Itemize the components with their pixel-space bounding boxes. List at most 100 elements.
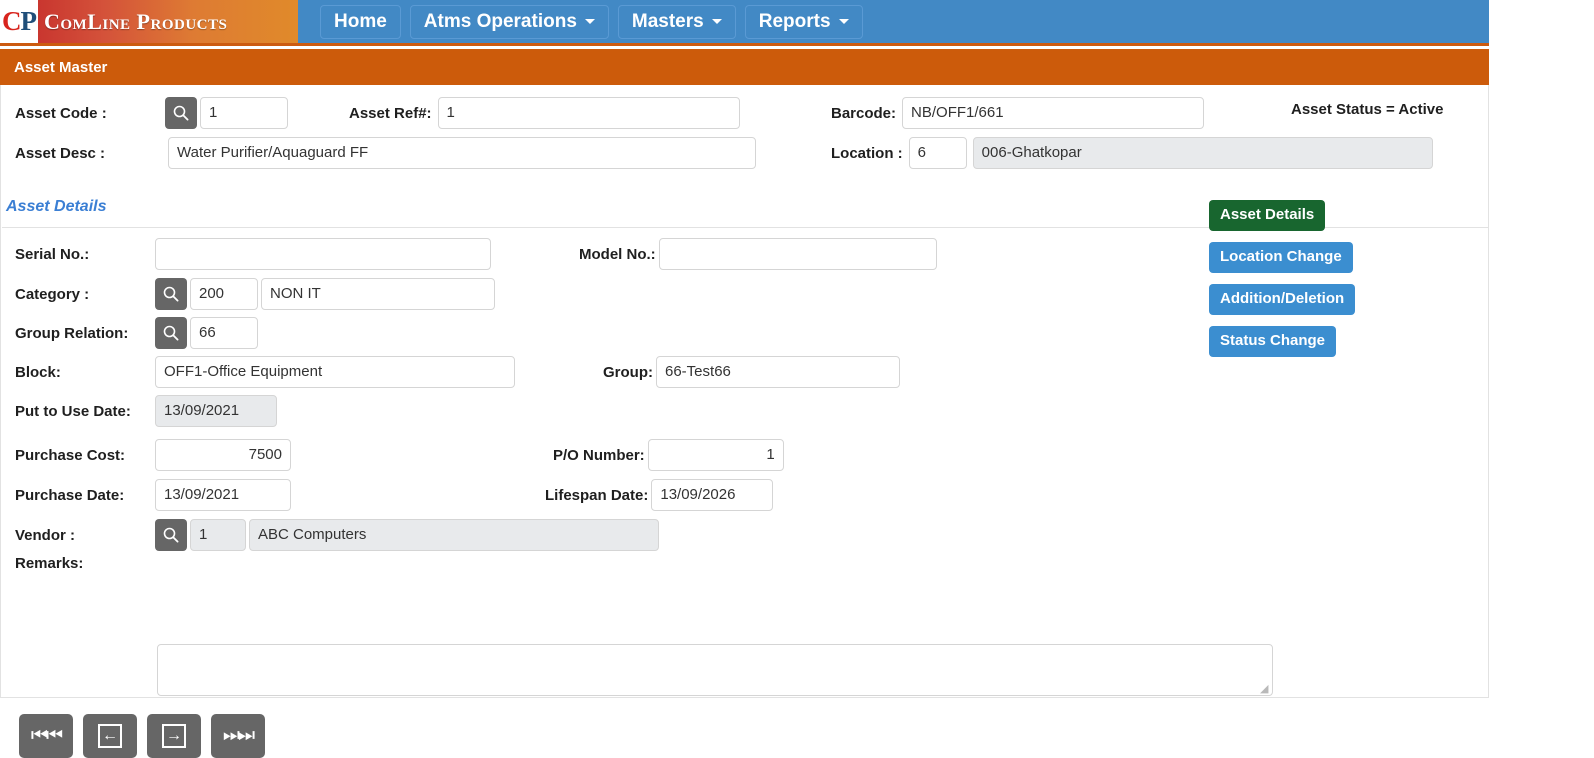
asset-ref-input[interactable]: 1 bbox=[437, 97, 740, 129]
group-label: Group: bbox=[603, 363, 653, 381]
barcode-input[interactable]: NB/OFF1/661 bbox=[902, 97, 1205, 129]
location-code-input[interactable]: 6 bbox=[908, 137, 967, 169]
tab-location-change[interactable]: Location Change bbox=[1209, 242, 1353, 274]
top-navigation-bar: CP ComLine Products Home Atms Operations… bbox=[0, 0, 1489, 46]
field-block: Block: OFF1-Office Equipment bbox=[15, 356, 515, 388]
asset-code-search-icon[interactable] bbox=[165, 97, 197, 129]
last-record-button[interactable]: ⏭⏭ bbox=[211, 714, 265, 758]
page-title: Asset Master bbox=[14, 58, 108, 76]
field-group-relation: Group Relation: 66 bbox=[15, 317, 258, 349]
location-label: Location : bbox=[831, 144, 903, 162]
field-purchase-cost: Purchase Cost: 7500 bbox=[15, 439, 291, 471]
tab-status-change[interactable]: Status Change bbox=[1209, 326, 1337, 358]
asset-code-input[interactable]: 1 bbox=[200, 97, 288, 129]
section-title: Asset Details bbox=[6, 198, 107, 215]
tab-status-change-label: Status Change bbox=[1220, 332, 1326, 349]
field-asset-code: Asset Code : 1 bbox=[15, 97, 288, 129]
po-number-input[interactable]: 1 bbox=[647, 439, 784, 471]
model-no-input[interactable] bbox=[658, 238, 937, 270]
vendor-name-display: ABC Computers bbox=[249, 519, 659, 551]
asset-ref-label: Asset Ref#: bbox=[349, 104, 432, 122]
resize-handle-icon[interactable]: ◢ bbox=[1260, 684, 1270, 695]
purchase-cost-input[interactable]: 7500 bbox=[155, 439, 291, 471]
asset-status-text: Asset Status = Active bbox=[1291, 101, 1444, 118]
category-code-input[interactable]: 200 bbox=[190, 278, 258, 310]
lifespan-date-label: Lifespan Date: bbox=[545, 486, 649, 504]
menu-item-reports[interactable]: Reports bbox=[744, 4, 863, 39]
put-to-use-date-display: 13/09/2021 bbox=[155, 395, 277, 427]
field-asset-desc: Asset Desc : Water Purifier/Aquaguard FF bbox=[15, 137, 756, 169]
arrow-right-icon: → bbox=[162, 724, 186, 748]
field-group: Group: 66-Test66 bbox=[603, 356, 900, 388]
field-put-to-use-date: Put to Use Date: 13/09/2021 bbox=[15, 395, 277, 427]
block-label: Block: bbox=[15, 363, 61, 381]
field-purchase-date: Purchase Date: 13/09/2021 bbox=[15, 479, 291, 511]
chevron-down-icon bbox=[838, 18, 849, 24]
block-input[interactable]: OFF1-Office Equipment bbox=[155, 356, 515, 388]
main-menu: Home Atms Operations Masters Reports bbox=[320, 4, 863, 39]
field-location: Location : 6 006-Ghatkopar bbox=[831, 137, 1433, 169]
menu-item-atms-operations[interactable]: Atms Operations bbox=[409, 4, 609, 39]
vendor-label: Vendor : bbox=[15, 526, 76, 544]
asset-desc-input[interactable]: Water Purifier/Aquaguard FF bbox=[168, 137, 756, 169]
po-number-label: P/O Number: bbox=[553, 446, 645, 464]
brand-name: ComLine Products bbox=[44, 8, 228, 34]
barcode-label: Barcode: bbox=[831, 104, 897, 122]
next-record-button[interactable]: → bbox=[147, 714, 201, 758]
tab-location-change-label: Location Change bbox=[1220, 248, 1342, 265]
chevron-down-icon bbox=[711, 18, 722, 24]
group-relation-input[interactable]: 66 bbox=[190, 317, 258, 349]
category-name-display: NON IT bbox=[261, 278, 495, 310]
tab-asset-details[interactable]: Asset Details bbox=[1209, 200, 1326, 232]
vendor-code-input[interactable]: 1 bbox=[190, 519, 246, 551]
field-barcode: Barcode: NB/OFF1/661 bbox=[831, 97, 1205, 129]
menu-item-atms-operations-label: Atms Operations bbox=[423, 10, 577, 32]
field-category: Category : 200 NON IT bbox=[15, 278, 495, 310]
field-asset-ref: Asset Ref#: 1 bbox=[349, 97, 740, 129]
remarks-label: Remarks: bbox=[15, 555, 84, 572]
tab-addition-deletion[interactable]: Addition/Deletion bbox=[1209, 284, 1356, 316]
put-to-use-date-label: Put to Use Date: bbox=[15, 402, 131, 420]
serial-no-label: Serial No.: bbox=[15, 245, 90, 263]
purchase-date-input[interactable]: 13/09/2021 bbox=[155, 479, 291, 511]
logo-letter-p: P bbox=[20, 6, 37, 36]
page-title-bar: Asset Master bbox=[0, 49, 1489, 85]
lifespan-date-input[interactable]: 13/09/2026 bbox=[651, 479, 774, 511]
menu-item-home[interactable]: Home bbox=[320, 4, 401, 39]
field-serial-no: Serial No.: bbox=[15, 238, 491, 270]
remarks-textarea[interactable]: ◢ bbox=[157, 644, 1273, 696]
skip-to-start-icon: ⏮⏮ bbox=[30, 725, 63, 746]
tab-asset-details-label: Asset Details bbox=[1220, 206, 1315, 223]
vendor-search-icon[interactable] bbox=[155, 519, 187, 551]
menu-item-home-label: Home bbox=[334, 10, 387, 32]
record-navigation: ⏮⏮ ← → ⏭⏭ bbox=[19, 714, 265, 758]
field-vendor: Vendor : 1 ABC Computers bbox=[15, 519, 659, 551]
serial-no-input[interactable] bbox=[155, 238, 491, 270]
group-input[interactable]: 66-Test66 bbox=[656, 356, 900, 388]
brand-logo[interactable]: CP ComLine Products bbox=[0, 0, 298, 43]
asset-master-panel: Asset Code : 1 Asset Ref#: 1 Barcode: NB… bbox=[0, 85, 1489, 758]
field-lifespan-date: Lifespan Date: 13/09/2026 bbox=[545, 479, 774, 511]
previous-record-button[interactable]: ← bbox=[83, 714, 137, 758]
menu-item-masters[interactable]: Masters bbox=[617, 4, 736, 39]
first-record-button[interactable]: ⏮⏮ bbox=[19, 714, 73, 758]
logo-monogram-icon: CP bbox=[0, 0, 38, 43]
group-relation-label: Group Relation: bbox=[15, 324, 129, 342]
category-label: Category : bbox=[15, 285, 90, 303]
category-search-icon[interactable] bbox=[155, 278, 187, 310]
logo-letter-c: C bbox=[2, 6, 21, 36]
asset-code-label: Asset Code : bbox=[15, 104, 107, 122]
group-relation-search-icon[interactable] bbox=[155, 317, 187, 349]
field-po-number: P/O Number: 1 bbox=[553, 439, 784, 471]
model-no-label: Model No.: bbox=[579, 245, 656, 263]
location-name-display: 006-Ghatkopar bbox=[972, 137, 1433, 169]
tab-addition-deletion-label: Addition/Deletion bbox=[1220, 290, 1345, 307]
asset-desc-label: Asset Desc : bbox=[15, 144, 106, 162]
chevron-down-icon bbox=[584, 18, 595, 24]
field-model-no: Model No.: bbox=[579, 238, 937, 270]
menu-item-masters-label: Masters bbox=[631, 10, 704, 32]
purchase-date-label: Purchase Date: bbox=[15, 486, 125, 504]
remarks-label-wrap: Remarks: bbox=[15, 555, 155, 572]
skip-to-end-icon: ⏭⏭ bbox=[222, 725, 255, 746]
arrow-left-icon: ← bbox=[98, 724, 122, 748]
